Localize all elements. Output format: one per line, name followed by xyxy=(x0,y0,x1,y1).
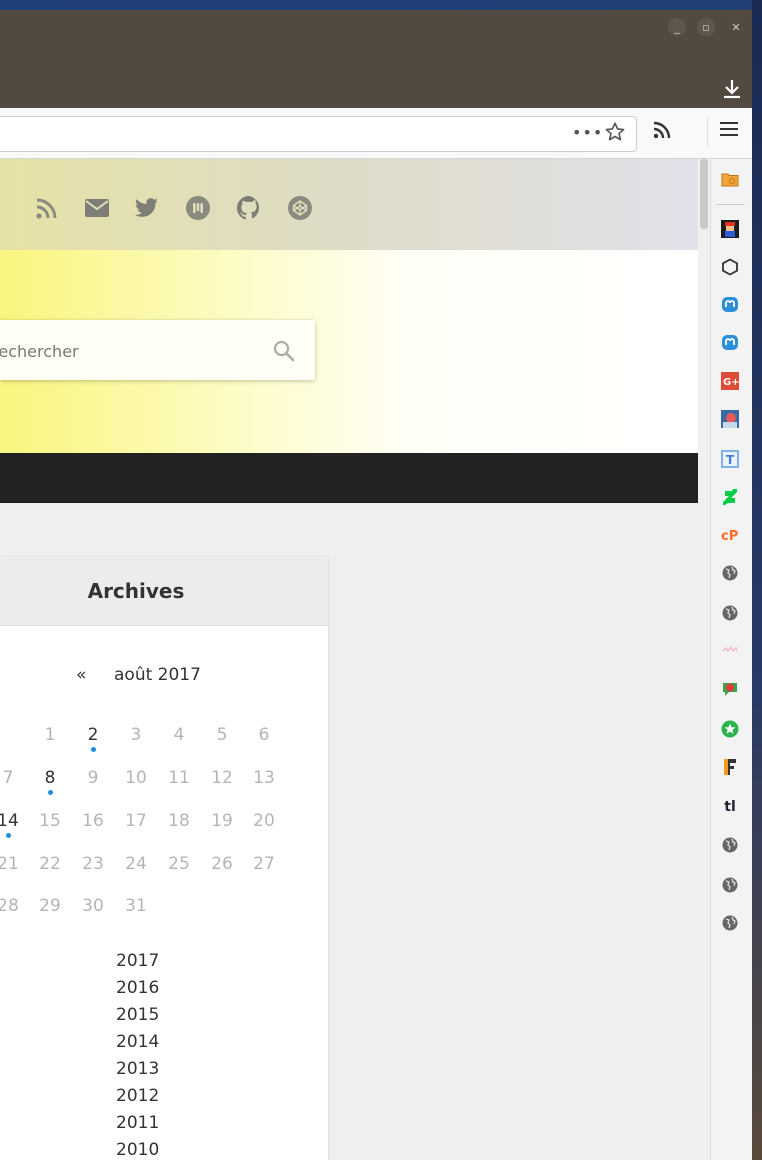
twinery-icon[interactable]: T xyxy=(720,449,740,469)
calendar-day: 7 xyxy=(2,768,14,788)
deviantart-icon[interactable] xyxy=(720,487,740,507)
google-plus-icon[interactable]: G+ xyxy=(720,371,740,391)
search-input[interactable] xyxy=(0,320,252,382)
calendar-day: 9 xyxy=(87,768,99,788)
year-link[interactable]: 2015 xyxy=(116,1005,159,1025)
close-button[interactable]: ✕ xyxy=(727,18,745,36)
calendar-day: 17 xyxy=(125,811,147,831)
hamburger-menu-icon[interactable] xyxy=(720,122,738,140)
calendar-day: 18 xyxy=(168,811,190,831)
calendar-day: 21 xyxy=(0,854,19,874)
cpanel-icon[interactable]: cP xyxy=(720,525,740,545)
globe-icon[interactable] xyxy=(720,875,740,895)
scrollbar-thumb[interactable] xyxy=(700,159,708,229)
year-link[interactable]: 2017 xyxy=(116,951,159,971)
navigation-toolbar: ••• xyxy=(0,108,752,159)
title-bar: _ ▫ ✕ xyxy=(0,10,752,108)
calendar-day: 26 xyxy=(211,854,233,874)
tl-icon[interactable]: tl xyxy=(720,797,740,817)
calendar-month: août 2017 xyxy=(114,665,201,685)
star-icon[interactable] xyxy=(604,121,626,143)
year-link[interactable]: 2010 xyxy=(116,1140,159,1160)
calendar-day: 11 xyxy=(168,768,190,788)
calendar-day: 29 xyxy=(39,896,61,916)
indieweb-icon[interactable] xyxy=(185,195,211,221)
calendar-day: 31 xyxy=(125,896,147,916)
rss-icon[interactable] xyxy=(652,120,672,140)
toolbar-separator xyxy=(707,118,708,146)
mastodon-icon[interactable] xyxy=(720,295,740,315)
extension-sidebar: G+ T cP tl xyxy=(710,159,753,1160)
f-icon[interactable] xyxy=(720,757,740,777)
svg-text:T: T xyxy=(726,453,735,467)
calendar-day-link[interactable]: 8 xyxy=(35,768,65,795)
year-link[interactable]: 2012 xyxy=(116,1086,159,1106)
calendar-day: 12 xyxy=(211,768,233,788)
search-box xyxy=(0,320,315,382)
year-link[interactable]: 2016 xyxy=(116,978,159,998)
calendar-day: 19 xyxy=(211,811,233,831)
green-star-icon[interactable] xyxy=(720,719,740,739)
mail-icon[interactable] xyxy=(84,195,110,221)
year-link[interactable]: 2013 xyxy=(116,1059,159,1079)
codepen-icon[interactable] xyxy=(287,195,313,221)
sketch-icon[interactable] xyxy=(720,641,740,661)
folder-icon[interactable] xyxy=(720,169,740,189)
calendar-day: 10 xyxy=(125,768,147,788)
avatar-icon[interactable] xyxy=(720,409,740,429)
rss-icon[interactable] xyxy=(34,195,60,221)
year-link[interactable]: 2014 xyxy=(116,1032,159,1052)
twitter-icon[interactable] xyxy=(134,195,160,221)
download-icon[interactable] xyxy=(722,78,742,100)
svg-text:G+: G+ xyxy=(723,377,739,388)
archives-widget: Archives « août 2017 1 2 3 4 5 6 7 8 9 10 11 12 13 14… xyxy=(0,557,328,1160)
globe-icon[interactable] xyxy=(720,835,740,855)
year-link[interactable]: 2011 xyxy=(116,1113,159,1133)
globe-icon[interactable] xyxy=(720,603,740,623)
search-icon[interactable] xyxy=(272,339,296,363)
calendar-day-link[interactable]: 2 xyxy=(78,725,108,752)
calendar-day: 20 xyxy=(253,811,275,831)
page-content: Archives « août 2017 1234567891011121314… xyxy=(0,159,710,1160)
svg-text:cP: cP xyxy=(721,529,738,544)
calendar-day: 27 xyxy=(253,854,275,874)
calendar-day-link[interactable]: 14 xyxy=(0,811,23,838)
scrollbar[interactable] xyxy=(698,159,710,1160)
calendar-prev-link[interactable]: « xyxy=(76,665,86,685)
globe-icon[interactable] xyxy=(720,563,740,583)
calendar-day: 25 xyxy=(168,854,190,874)
mastodon-icon[interactable] xyxy=(720,333,740,353)
github-icon[interactable] xyxy=(236,195,262,221)
main-navigation-bar xyxy=(0,453,698,503)
calendar-day: 23 xyxy=(82,854,104,874)
calendar-day: 13 xyxy=(253,768,275,788)
calendar-day: 4 xyxy=(173,725,185,745)
social-header xyxy=(0,159,698,250)
calendar-day: 22 xyxy=(39,854,61,874)
calendar-day: 1 xyxy=(44,725,56,745)
calendar-day: 3 xyxy=(130,725,142,745)
hero-banner xyxy=(0,250,698,453)
calendar-day: 30 xyxy=(82,896,104,916)
cube-icon[interactable] xyxy=(720,257,740,277)
chat-icon[interactable] xyxy=(720,679,740,699)
page-actions-button[interactable]: ••• xyxy=(572,123,603,142)
maximize-button[interactable]: ▫ xyxy=(697,18,715,36)
globe-icon[interactable] xyxy=(720,913,740,933)
calendar-day: 15 xyxy=(39,811,61,831)
url-bar[interactable]: ••• xyxy=(0,116,637,152)
widget-title: Archives xyxy=(87,579,185,603)
desktop-background-edge xyxy=(752,0,762,1160)
calendar-day: 16 xyxy=(82,811,104,831)
calendar-day: 5 xyxy=(216,725,228,745)
calendar-day: 28 xyxy=(0,896,19,916)
widget-header: Archives xyxy=(0,557,328,626)
calendar-day: 6 xyxy=(258,725,270,745)
calendar-day: 24 xyxy=(125,854,147,874)
sidebar-separator xyxy=(717,204,745,205)
minimize-button[interactable]: _ xyxy=(668,18,686,36)
mario-icon[interactable] xyxy=(720,219,740,239)
